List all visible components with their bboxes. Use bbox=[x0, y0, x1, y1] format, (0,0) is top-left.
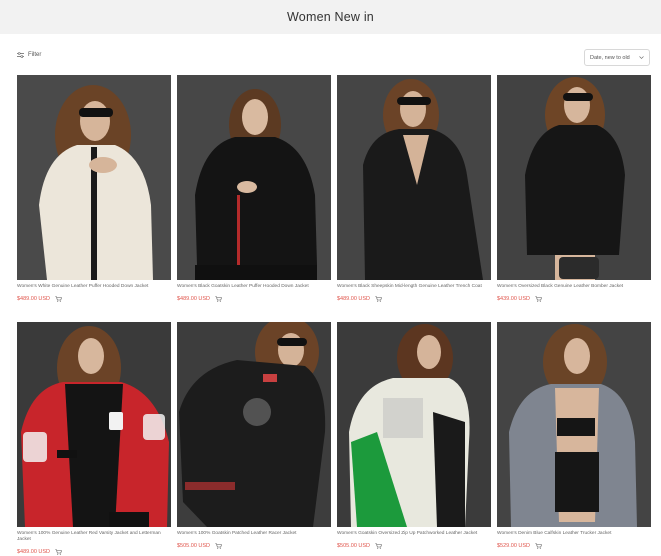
product-card[interactable]: Women's Denim Blue Calfskin Leather Truc… bbox=[497, 322, 651, 549]
product-card[interactable]: Women's 100% Genuine Leather Red Varsity… bbox=[17, 322, 171, 555]
product-image[interactable] bbox=[497, 75, 651, 280]
chevron-down-icon bbox=[639, 56, 644, 59]
product-name[interactable]: Women's Goatskin Oversized Zip Up Patchw… bbox=[337, 531, 491, 537]
collection-toolbar: Filter Date, new to old bbox=[0, 46, 661, 70]
model-wearing-jacket-image bbox=[17, 322, 171, 527]
model-wearing-jacket-image bbox=[337, 75, 491, 280]
model-wearing-jacket-image bbox=[17, 75, 171, 280]
product-name[interactable]: Women's 100% Goatskin Patched Leather Ra… bbox=[177, 531, 331, 537]
product-card[interactable]: Women's 100% Goatskin Patched Leather Ra… bbox=[177, 322, 331, 549]
cart-icon[interactable] bbox=[215, 543, 222, 549]
product-name[interactable]: Women's Oversized Black Genuine Leather … bbox=[497, 284, 651, 290]
filter-button[interactable]: Filter bbox=[17, 52, 41, 58]
product-card[interactable]: Women's Black Sheepskin Mid-length Genui… bbox=[337, 75, 491, 302]
product-name[interactable]: Women's Black Sheepskin Mid-length Genui… bbox=[337, 284, 491, 290]
product-image[interactable] bbox=[337, 322, 491, 527]
product-image[interactable] bbox=[497, 322, 651, 527]
sort-selected-value: Date, new to old bbox=[590, 54, 630, 61]
product-name[interactable]: Women's 100% Genuine Leather Red Varsity… bbox=[17, 531, 171, 543]
product-price: $489.00 USD bbox=[17, 549, 51, 556]
model-wearing-jacket-image bbox=[337, 322, 491, 527]
cart-icon[interactable] bbox=[535, 296, 542, 302]
cart-icon[interactable] bbox=[215, 296, 222, 302]
cart-icon[interactable] bbox=[55, 296, 62, 302]
product-card[interactable]: Women's Goatskin Oversized Zip Up Patchw… bbox=[337, 322, 491, 549]
product-image[interactable] bbox=[177, 322, 331, 527]
product-price: $505.00 USD bbox=[337, 543, 371, 550]
cart-icon[interactable] bbox=[535, 543, 542, 549]
sort-dropdown[interactable]: Date, new to old bbox=[584, 49, 650, 66]
product-card[interactable]: Women's Oversized Black Genuine Leather … bbox=[497, 75, 651, 302]
product-name[interactable]: Women's White Genuine Leather Puffer Hoo… bbox=[17, 284, 171, 290]
cart-icon[interactable] bbox=[375, 543, 382, 549]
model-wearing-jacket-image bbox=[497, 322, 651, 527]
product-price: $505.00 USD bbox=[177, 543, 211, 550]
product-image[interactable] bbox=[337, 75, 491, 280]
product-name[interactable]: Women's Black Goatskin Leather Puffer Ho… bbox=[177, 284, 331, 290]
model-wearing-jacket-image bbox=[497, 75, 651, 280]
filter-icon bbox=[17, 52, 24, 58]
page-header: Women New in bbox=[0, 0, 661, 34]
product-price: $529.00 USD bbox=[497, 543, 531, 550]
product-price: $489.00 USD bbox=[337, 296, 371, 303]
filter-label: Filter bbox=[28, 52, 42, 58]
cart-icon[interactable] bbox=[55, 549, 62, 556]
product-price: $489.00 USD bbox=[17, 296, 51, 303]
product-name[interactable]: Women's Denim Blue Calfskin Leather Truc… bbox=[497, 531, 651, 537]
product-price: $439.00 USD bbox=[497, 296, 531, 303]
product-card[interactable]: Women's Black Goatskin Leather Puffer Ho… bbox=[177, 75, 331, 302]
model-wearing-jacket-image bbox=[177, 75, 331, 280]
product-image[interactable] bbox=[17, 75, 171, 280]
product-image[interactable] bbox=[177, 75, 331, 280]
page-title: Women New in bbox=[287, 10, 374, 24]
model-wearing-jacket-image bbox=[177, 322, 331, 527]
product-image[interactable] bbox=[17, 322, 171, 527]
product-price: $489.00 USD bbox=[177, 296, 211, 303]
cart-icon[interactable] bbox=[375, 296, 382, 302]
product-card[interactable]: Women's White Genuine Leather Puffer Hoo… bbox=[17, 75, 171, 302]
